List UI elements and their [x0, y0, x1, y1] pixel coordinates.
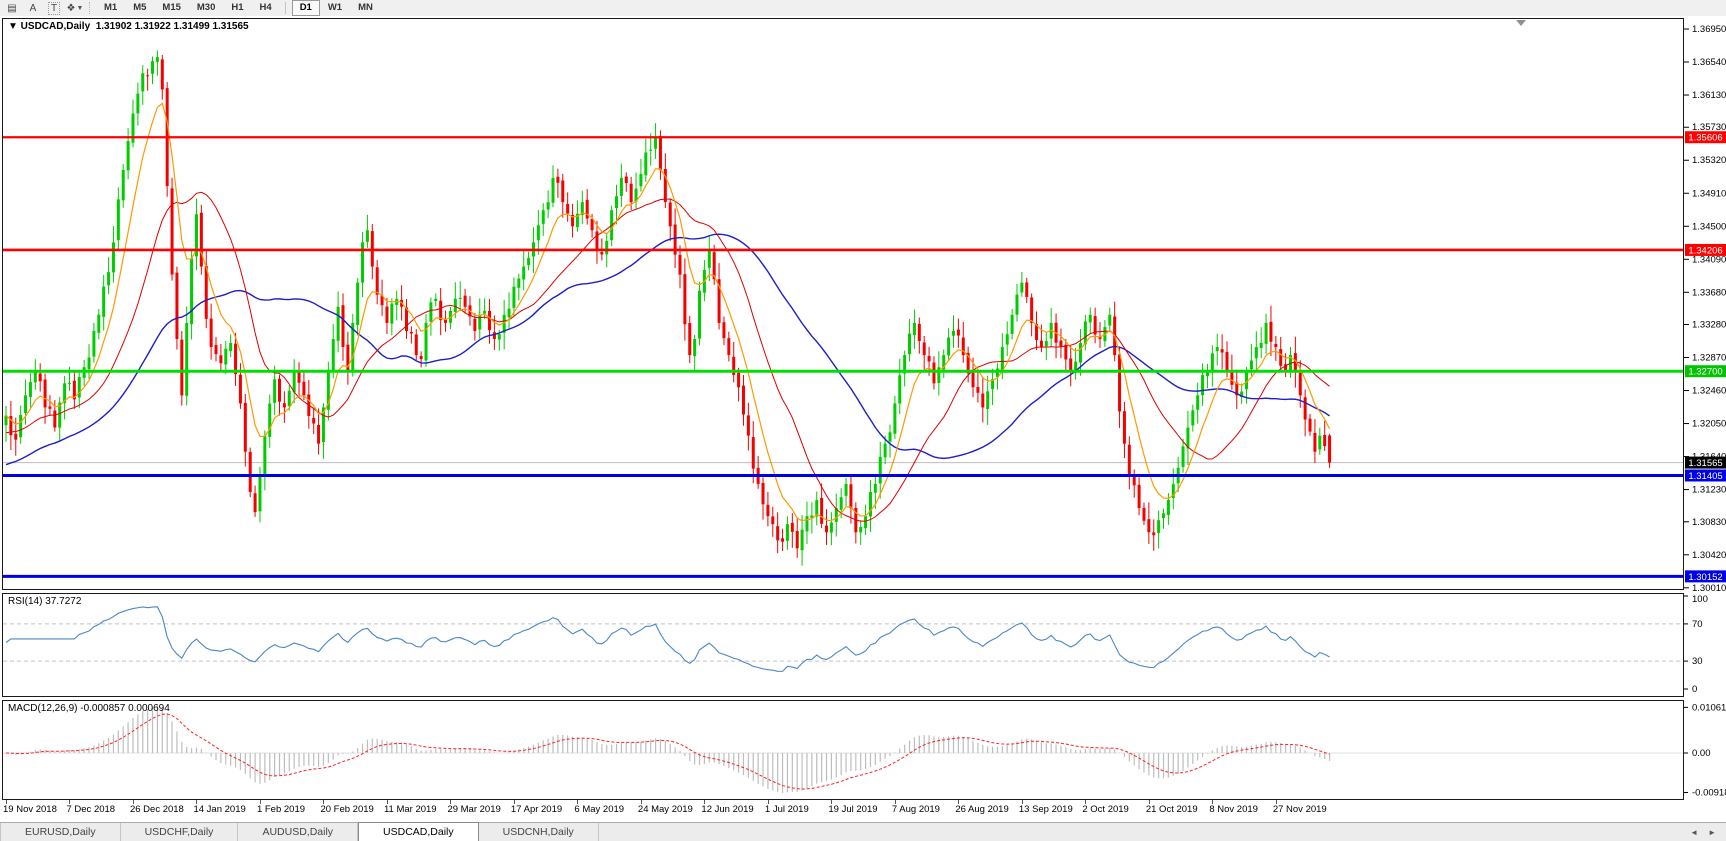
svg-text:1.32700: 1.32700 [1688, 367, 1722, 378]
price-tag-resistance-2: 1.34206 [1685, 243, 1726, 256]
date-label: 21 Oct 2019 [1145, 804, 1198, 815]
cursor-a-icon[interactable]: A [24, 1, 42, 15]
main-panel [3, 20, 1684, 578]
svg-text:1.34910: 1.34910 [1692, 188, 1726, 199]
svg-text:1.30010: 1.30010 [1692, 583, 1726, 594]
symbol-tab-usdcnh[interactable]: USDCNH,Daily [479, 823, 599, 841]
chart-window-icon[interactable]: ▤ [3, 1, 21, 15]
svg-text:1.31405: 1.31405 [1688, 471, 1722, 482]
rsi-panel [3, 606, 1684, 672]
current-price-tag: 1.31565 [1685, 456, 1726, 469]
indicators-icon[interactable]: ❖ ▼ [66, 1, 84, 15]
timeframe-button-m30[interactable]: M30 [189, 0, 223, 16]
symbol-tab-audusd[interactable]: AUDUSD,Daily [238, 823, 359, 841]
svg-text:1.31230: 1.31230 [1692, 485, 1726, 496]
svg-text:1.32050: 1.32050 [1692, 419, 1726, 430]
svg-text:1.32460: 1.32460 [1692, 386, 1726, 397]
price-tag-support-2: 1.30152 [1685, 570, 1726, 583]
svg-text:-0.009181: -0.009181 [1692, 787, 1726, 798]
timeframe-button-h1[interactable]: H1 [223, 0, 251, 16]
timeframe-button-m1[interactable]: M1 [96, 0, 125, 16]
toolbar-separator [89, 2, 91, 14]
date-label: 14 Jan 2019 [193, 804, 246, 815]
price-tag-pivot-green: 1.32700 [1685, 365, 1726, 378]
symbol-tab-usdchf[interactable]: USDCHF,Daily [121, 823, 239, 841]
date-label: 7 Aug 2019 [891, 804, 940, 815]
svg-text:70: 70 [1692, 619, 1703, 630]
svg-text:1.33680: 1.33680 [1692, 287, 1726, 298]
date-label: 24 May 2019 [637, 804, 693, 815]
price-tag-resistance-1: 1.35606 [1685, 131, 1726, 144]
date-label: 17 Apr 2019 [510, 804, 563, 815]
date-label: 2 Oct 2019 [1082, 804, 1129, 815]
rsi-line [5, 606, 1330, 672]
svg-text:30: 30 [1692, 656, 1703, 667]
ma-slow-line [5, 233, 1330, 466]
date-label: 13 Sep 2019 [1018, 804, 1073, 815]
svg-text:1.30830: 1.30830 [1692, 517, 1726, 528]
date-label: 26 Dec 2018 [129, 804, 184, 815]
date-label: 1 Jul 2019 [764, 804, 809, 815]
top-toolbar: ▤ A T ❖ ▼ M1 M5 M15 M30 H1 H4 D1 W1 MN [0, 0, 1726, 17]
macd-panel [3, 706, 1684, 793]
svg-text:1.35606: 1.35606 [1688, 133, 1722, 144]
timeframe-button-h4[interactable]: H4 [252, 0, 280, 16]
rsi-panel-border [2, 593, 1684, 697]
svg-text:0.010615: 0.010615 [1692, 702, 1726, 713]
date-label: 1 Feb 2019 [256, 804, 306, 815]
symbol-tab-eurusd[interactable]: EURUSD,Daily [0, 823, 121, 841]
chevron-down-icon: ▼ [76, 4, 84, 12]
date-label: 20 Feb 2019 [320, 804, 374, 815]
timeframe-button-w1[interactable]: W1 [320, 0, 350, 16]
date-label: 19 Jul 2019 [828, 804, 878, 815]
tab-scroll-left-icon[interactable]: ◄ [1690, 828, 1698, 837]
date-label: 8 Nov 2019 [1209, 804, 1258, 815]
timeframe-button-mn[interactable]: MN [350, 0, 381, 16]
ma-fast-line [5, 102, 1331, 522]
chart-canvas[interactable]: 1.369501.365401.361301.357301.353201.349… [0, 16, 1726, 800]
ma-mid-line [5, 191, 1330, 522]
date-label: 7 Dec 2018 [66, 804, 116, 815]
macd-panel-border [2, 700, 1684, 800]
date-label: 27 Nov 2019 [1272, 804, 1327, 815]
svg-text:0: 0 [1692, 684, 1697, 695]
date-label: 6 May 2019 [574, 804, 625, 815]
svg-text:1.33280: 1.33280 [1692, 320, 1726, 331]
toolbar-separator [284, 2, 287, 14]
svg-text:1.35320: 1.35320 [1692, 155, 1726, 166]
candles-layer [4, 50, 1332, 566]
date-label: 12 Jun 2019 [701, 804, 754, 815]
price-tag-support-1: 1.31405 [1685, 469, 1726, 482]
svg-text:1.31565: 1.31565 [1688, 458, 1722, 469]
svg-text:1.36540: 1.36540 [1692, 57, 1726, 68]
svg-text:1.30420: 1.30420 [1692, 550, 1726, 561]
chart-area[interactable]: 1.36950 1.36540 1.36130 1.35730 1.35320 1.349… [0, 16, 1726, 800]
svg-text:1.36950: 1.36950 [1692, 24, 1726, 35]
macd-signal-line [5, 713, 1330, 790]
svg-text:1.30152: 1.30152 [1688, 572, 1722, 583]
date-label: 11 Mar 2019 [383, 804, 437, 815]
macd-histogram [10, 706, 1331, 793]
date-axis: 19 Nov 2018 7 Dec 2018 26 Dec 2018 14 Jan 2… [0, 800, 1726, 822]
timeframe-button-m5[interactable]: M5 [125, 0, 154, 16]
timeframe-button-group: M1 M5 M15 M30 H1 H4 D1 W1 MN [96, 0, 381, 16]
svg-text:0.00: 0.00 [1692, 748, 1711, 759]
svg-text:1.32870: 1.32870 [1692, 353, 1726, 364]
svg-text:1.34206: 1.34206 [1688, 245, 1722, 256]
svg-text:100: 100 [1692, 594, 1708, 605]
svg-text:1.36130: 1.36130 [1692, 90, 1726, 101]
chart-shift-marker-icon[interactable] [1516, 20, 1526, 26]
svg-text:1.34500: 1.34500 [1692, 221, 1726, 232]
date-label: 29 Mar 2019 [447, 804, 501, 815]
symbol-tab-bar: EURUSD,Daily USDCHF,Daily AUDUSD,Daily USDC… [0, 822, 1726, 841]
date-label: 26 Aug 2019 [955, 804, 1009, 815]
date-label: 19 Nov 2018 [3, 804, 57, 815]
tab-scroll-right-icon[interactable]: ► [1708, 828, 1716, 837]
timeframe-button-d1[interactable]: D1 [291, 0, 320, 16]
symbol-tab-usdcad[interactable]: USDCAD,Daily [358, 822, 479, 841]
timeframe-button-m15[interactable]: M15 [154, 0, 188, 16]
text-label-icon[interactable]: T [45, 1, 63, 15]
